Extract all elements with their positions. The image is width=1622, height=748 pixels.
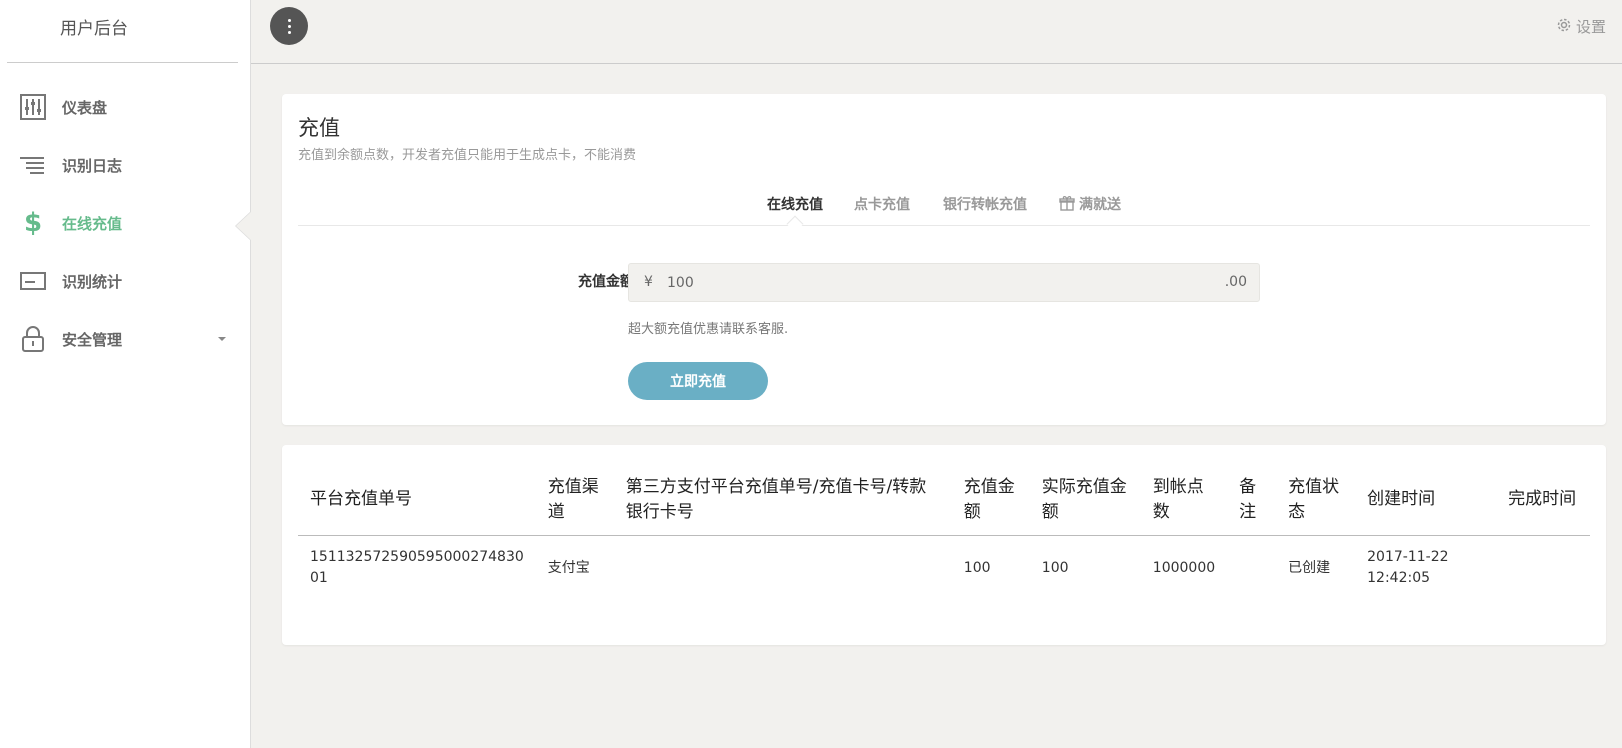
tab-promotion[interactable]: 满就送 <box>1059 194 1121 215</box>
brand-title[interactable]: 用户后台 <box>60 14 128 39</box>
column-header: 充值金额 <box>951 465 1030 536</box>
page-title: 充值 <box>298 116 340 140</box>
sidebar-item-stats[interactable]: 识别统计 <box>0 256 250 306</box>
cell-remark <box>1227 535 1276 601</box>
cell-status: 已创建 <box>1288 559 1331 576</box>
tab-card-recharge[interactable]: 点卡充值 <box>854 194 910 214</box>
cell-created-time: 2017-11-22 12:42:05 <box>1367 549 1449 587</box>
column-header: 实际充值金额 <box>1029 465 1141 536</box>
chevron-down-icon <box>218 337 226 341</box>
sidebar-item-label: 安全管理 <box>62 330 123 349</box>
cell-points: 1000000 <box>1152 559 1216 576</box>
active-pointer <box>236 212 251 240</box>
orders-card: 平台充值单号 充值渠道 第三方支付平台充值单号/充值卡号/转款银行卡号 充值金额… <box>282 445 1606 645</box>
orders-table: 平台充值单号 充值渠道 第三方支付平台充值单号/充值卡号/转款银行卡号 充值金额… <box>298 465 1590 601</box>
tab-bank-transfer[interactable]: 银行转帐充值 <box>943 194 1027 214</box>
dot-icon <box>287 24 291 28</box>
column-header: 充值渠道 <box>535 465 614 536</box>
table-header-row: 平台充值单号 充值渠道 第三方支付平台充值单号/充值卡号/转款银行卡号 充值金额… <box>298 465 1590 536</box>
tab-label: 满就送 <box>1079 197 1121 213</box>
column-header: 完成时间 <box>1496 465 1590 536</box>
recharge-now-button[interactable]: 立即充值 <box>628 362 768 400</box>
gear-icon <box>1556 17 1572 37</box>
settings-link[interactable]: 设置 <box>1556 16 1606 37</box>
more-menu-button[interactable] <box>270 7 308 45</box>
cell-channel: 支付宝 <box>547 559 590 576</box>
sidebar-item-security[interactable]: 安全管理 <box>0 314 250 364</box>
lock-icon <box>20 326 46 352</box>
amount-input[interactable] <box>667 268 1187 298</box>
amount-suffix: .00 <box>1224 274 1247 290</box>
column-header: 第三方支付平台充值单号/充值卡号/转款银行卡号 <box>613 465 952 536</box>
dot-icon <box>287 30 291 34</box>
topbar: 设置 <box>251 0 1622 64</box>
sidebar-item-logs[interactable]: 识别日志 <box>0 140 250 190</box>
column-header: 平台充值单号 <box>298 465 536 536</box>
recharge-card: 充值 充值到余额点数，开发者充值只能用于生成点卡，不能消费 在线充值 点卡充值 … <box>282 94 1606 425</box>
column-header: 创建时间 <box>1355 465 1497 536</box>
cell-order-no: 151132572590595000274830 01 <box>310 549 524 587</box>
dot-icon <box>287 18 291 22</box>
amount-field: ¥ .00 <box>628 263 1260 302</box>
sidebar-item-recharge[interactable]: $ 在线充值 <box>0 198 250 248</box>
dollar-icon: $ <box>23 208 43 238</box>
sidebar-item-label: 识别统计 <box>62 272 123 291</box>
tab-online-recharge[interactable]: 在线充值 <box>767 194 823 214</box>
settings-label: 设置 <box>1575 18 1606 36</box>
sidebar-item-label: 在线充值 <box>62 214 123 233</box>
column-header: 到帐点数 <box>1140 465 1228 536</box>
lines-icon <box>20 152 46 178</box>
currency-symbol: ¥ <box>644 274 653 290</box>
divider <box>7 62 238 63</box>
sidebar-item-dashboard[interactable]: 仪表盘 <box>0 82 250 132</box>
card-icon <box>20 268 46 294</box>
column-header: 充值状态 <box>1276 465 1356 536</box>
cell-actual-amount: 100 <box>1041 559 1069 576</box>
gift-icon <box>1059 195 1075 215</box>
page-subtitle: 充值到余额点数，开发者充值只能用于生成点卡，不能消费 <box>298 148 637 163</box>
cell-third-party-no <box>614 535 952 601</box>
cell-amount: 100 <box>963 559 991 576</box>
cell-finished-time <box>1496 535 1590 601</box>
sliders-icon <box>20 94 46 120</box>
column-header: 备注 <box>1227 465 1277 536</box>
sidebar-item-label: 识别日志 <box>62 156 123 175</box>
amount-label: 充值金额 <box>578 274 634 290</box>
table-row: 151132572590595000274830 01 支付宝 100 100 … <box>298 535 1590 601</box>
sidebar: 用户后台 仪表盘 识别日志 $ 在线充值 识别统计 安全管理 <box>0 0 251 748</box>
amount-hint: 超大额充值优惠请联系客服. <box>628 322 789 337</box>
sidebar-item-label: 仪表盘 <box>62 98 108 117</box>
